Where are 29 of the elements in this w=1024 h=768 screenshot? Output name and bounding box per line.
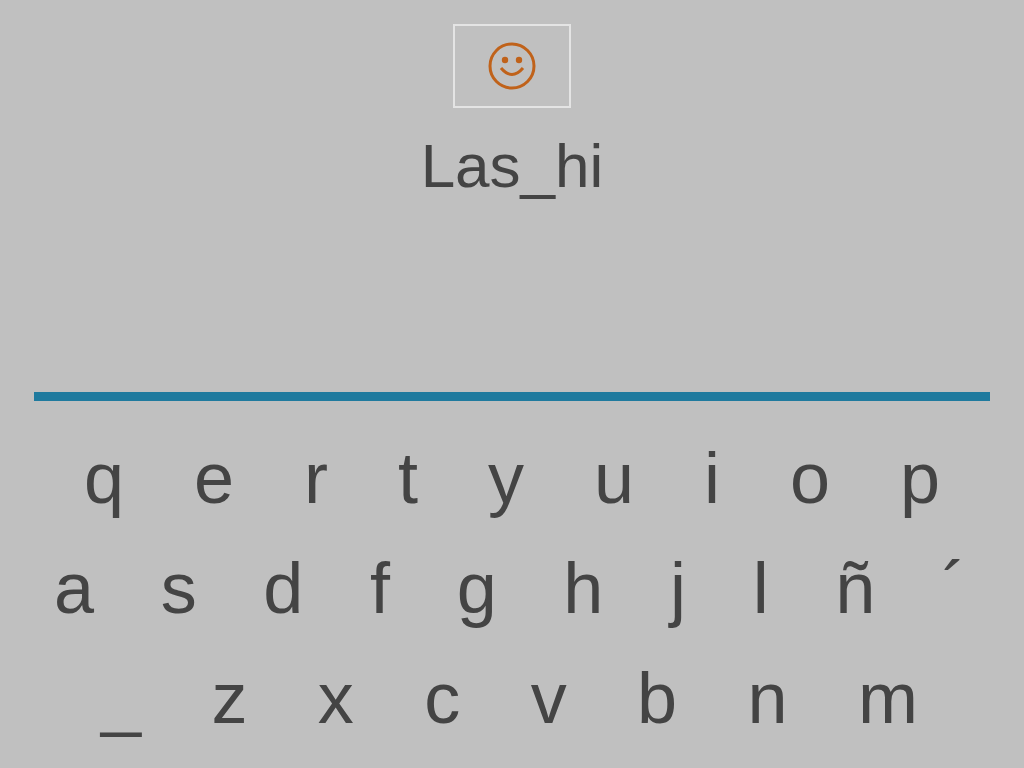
letter-key[interactable]: v (524, 653, 573, 743)
letter-key[interactable]: i (697, 433, 726, 523)
letter-key[interactable]: y (481, 433, 530, 523)
letter-key[interactable]: z (205, 653, 254, 743)
smiley-icon (487, 41, 537, 91)
letter-key[interactable]: f (364, 543, 397, 633)
letter-key[interactable]: a (48, 543, 101, 633)
letter-key[interactable]: g (450, 543, 503, 633)
letter-key[interactable]: b (631, 653, 684, 743)
letter-key[interactable]: o (783, 433, 836, 523)
letter-key[interactable]: h (557, 543, 610, 633)
letter-key[interactable]: t (392, 433, 424, 523)
letter-key[interactable]: ´ (936, 543, 972, 633)
letter-key[interactable]: j (664, 543, 693, 633)
letter-key[interactable]: p (893, 433, 946, 523)
letter-key[interactable]: r (298, 433, 334, 523)
letter-key[interactable]: u (587, 433, 640, 523)
letter-key[interactable]: x (311, 653, 360, 743)
word-text: Las_hi (420, 130, 604, 202)
letter-key[interactable]: s (154, 543, 203, 633)
letter-key[interactable]: ñ (829, 543, 882, 633)
letter-key[interactable]: _ (95, 653, 148, 743)
letter-key[interactable]: e (188, 433, 241, 523)
letter-key[interactable]: m (852, 653, 924, 743)
letter-key[interactable]: q (78, 433, 131, 523)
letter-key[interactable]: d (257, 543, 310, 633)
letter-key[interactable]: n (741, 653, 794, 743)
letter-key[interactable]: c (418, 653, 467, 743)
letter-key[interactable]: l (746, 543, 775, 633)
